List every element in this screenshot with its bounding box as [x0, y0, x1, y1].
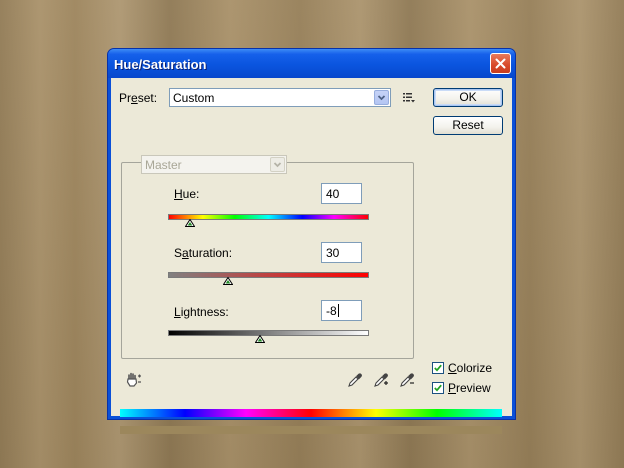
saturation-slider-track[interactable] [168, 272, 369, 278]
saturation-input[interactable]: 30 [321, 242, 362, 263]
lightness-slider-track[interactable] [168, 330, 369, 336]
preset-select[interactable]: Custom [169, 88, 391, 107]
lightness-input[interactable]: -8 [321, 300, 362, 321]
reset-button[interactable]: Reset [433, 116, 503, 135]
hue-input[interactable]: 40 [321, 183, 362, 204]
ok-button[interactable]: OK [433, 88, 503, 107]
eyedropper-minus-icon[interactable] [399, 372, 415, 388]
hue-slider-track[interactable] [168, 214, 369, 220]
dropdown-arrow-icon [377, 95, 386, 101]
close-icon [495, 58, 506, 69]
lightness-slider-thumb[interactable] [255, 335, 266, 343]
preset-options-icon[interactable] [402, 92, 416, 104]
check-icon [434, 364, 442, 372]
eyedropper-plus-icon[interactable] [373, 372, 389, 388]
preset-dropdown-button[interactable] [374, 90, 389, 105]
preview-checkbox[interactable] [432, 382, 444, 394]
channel-value: Master [145, 158, 182, 172]
close-button[interactable] [490, 53, 511, 74]
check-icon [434, 384, 442, 392]
saturation-label: Saturation: [174, 246, 233, 260]
output-result-bar [120, 426, 502, 434]
title-bar[interactable]: Hue/Saturation [108, 49, 515, 78]
eyedropper-icon[interactable] [347, 372, 363, 388]
dropdown-arrow-icon [273, 162, 282, 168]
channel-select: Master [141, 155, 287, 174]
saturation-slider-thumb[interactable] [223, 277, 234, 285]
preset-value: Custom [173, 91, 215, 105]
colorize-label[interactable]: Colorize [448, 361, 492, 375]
lightness-label: Lightness: [174, 305, 229, 319]
input-spectrum-bar [120, 409, 502, 417]
hue-slider-thumb[interactable] [185, 219, 196, 227]
dialog-body: Preset: Custom OK Reset Master Hue: 40 S… [111, 78, 512, 434]
dialog-title: Hue/Saturation [114, 57, 207, 72]
colorize-checkbox[interactable] [432, 362, 444, 374]
hue-saturation-dialog: Hue/Saturation Preset: Custom OK Reset M… [107, 48, 516, 434]
channel-dropdown-button [270, 157, 285, 172]
hand-adjust-icon[interactable] [125, 371, 143, 388]
text-caret [337, 304, 339, 317]
hue-label: Hue: [174, 187, 200, 201]
preview-label[interactable]: Preview [448, 381, 491, 395]
preset-label: Preset: [119, 91, 158, 105]
